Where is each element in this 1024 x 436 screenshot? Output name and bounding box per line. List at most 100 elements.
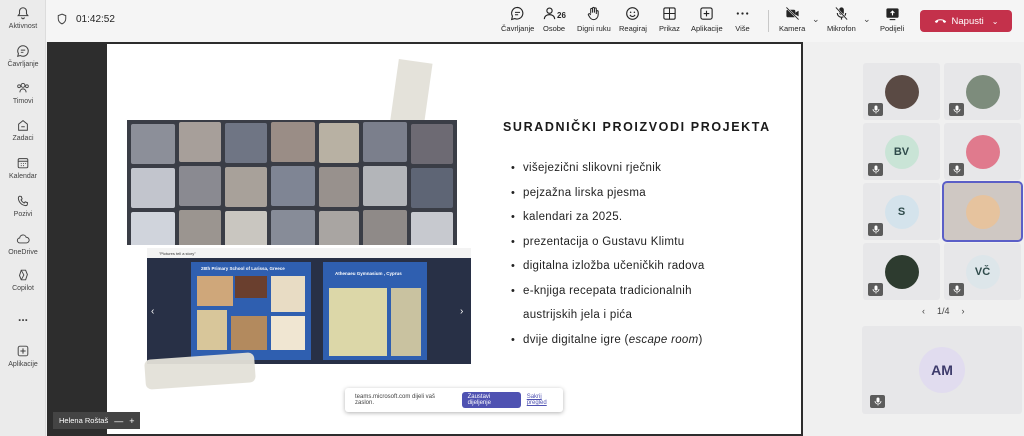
embed-next-icon[interactable]: › xyxy=(460,306,463,317)
mic-off-icon xyxy=(949,163,964,176)
rail-item-apps[interactable]: Aplikacije xyxy=(0,344,46,368)
participant-photo xyxy=(884,254,919,289)
gallery-pager: ‹ 1/4 › xyxy=(916,306,971,316)
phone-icon xyxy=(17,195,29,207)
slide-bullet: prezentacija o Gustavu Klimtu xyxy=(511,230,705,255)
meeting-toolbar: 01:42:52 Čavrljanje 26 Osobe Digni ruku … xyxy=(46,0,1024,42)
mic-off-icon xyxy=(949,283,964,296)
meeting-timer: 01:42:52 xyxy=(56,13,115,25)
participant-photo xyxy=(965,74,1000,109)
camera-button[interactable]: Kamera xyxy=(779,6,805,33)
app-rail: Aktivnost Čavrljanje Timovi Zadaci Kalen… xyxy=(0,0,46,436)
participant-photo xyxy=(965,134,1000,169)
slide-title: SURADNIČKI PROIZVODI PROJEKTA xyxy=(503,120,771,134)
slide-bullet: pejzažna lirska pjesma xyxy=(511,181,705,206)
participant-initials: S xyxy=(884,194,919,229)
participant-tile[interactable] xyxy=(863,243,940,300)
shield-icon xyxy=(57,13,67,25)
pager-next-icon[interactable]: › xyxy=(962,306,965,316)
paper-decoration xyxy=(144,352,256,390)
slide-bullet: višejezični slikovni rječnik xyxy=(511,156,705,181)
more-horizontal-icon xyxy=(736,12,749,15)
rail-item-activity[interactable]: Aktivnost xyxy=(0,6,46,30)
leave-options-chevron-icon[interactable]: ⌄ xyxy=(992,17,999,26)
participant-video-tile-speaking[interactable] xyxy=(942,181,1023,242)
embed-prev-icon[interactable]: ‹ xyxy=(151,306,154,317)
assignments-icon xyxy=(18,120,28,131)
pager-prev-icon[interactable]: ‹ xyxy=(922,306,925,316)
participant-initials: VČ xyxy=(965,254,1000,289)
rail-item-assignments[interactable]: Zadaci xyxy=(0,118,46,142)
people-button[interactable]: 26 Osobe xyxy=(543,6,566,33)
shared-slide: "Pictures tell a story" 28th Primary Sch… xyxy=(107,44,801,434)
participant-tile[interactable] xyxy=(944,123,1021,180)
chat-icon xyxy=(17,45,29,57)
participant-tile[interactable]: S xyxy=(863,183,940,240)
participant-video xyxy=(965,194,1000,229)
leave-button[interactable]: Napusti ⌄ xyxy=(920,10,1012,32)
slide-bullet-continuation: austrijskih jela i pića xyxy=(523,309,633,321)
calendar-icon xyxy=(17,158,29,169)
collage-video-screenshot xyxy=(127,120,457,245)
rail-item-copilot[interactable]: Copilot xyxy=(0,268,46,292)
more-icon: ... xyxy=(17,310,28,324)
hide-banner-link[interactable]: Sakrij pregled xyxy=(527,394,563,406)
embedded-presentation: "Pictures tell a story" 28th Primary Sch… xyxy=(147,248,471,364)
camera-options-chevron-icon[interactable]: ⌄ xyxy=(812,14,820,25)
screen-share-banner: teams.microsoft.com dijeli vaš zaslon. Z… xyxy=(345,388,563,412)
participant-tile-large[interactable]: AM xyxy=(862,326,1022,414)
hand-icon xyxy=(588,6,600,21)
rail-item-teams[interactable]: Timovi xyxy=(0,81,46,105)
share-button[interactable]: Podijeli xyxy=(880,6,904,33)
mic-off-icon xyxy=(868,223,883,236)
mic-off-icon xyxy=(835,6,848,21)
embed-card-left: 28th Primary School of Larissa, Greece xyxy=(191,262,311,360)
participant-tile[interactable] xyxy=(863,63,940,120)
cloud-icon xyxy=(16,234,30,244)
react-button[interactable]: Reagiraj xyxy=(619,6,647,33)
apps-icon xyxy=(17,345,29,357)
mic-options-chevron-icon[interactable]: ⌄ xyxy=(863,14,871,25)
mic-off-icon xyxy=(949,103,964,116)
rail-item-chat[interactable]: Čavrljanje xyxy=(0,44,46,68)
minimize-icon[interactable]: — xyxy=(114,416,123,426)
rail-item-onedrive[interactable]: OneDrive xyxy=(0,232,46,256)
slide-bullet: kalendari za 2025. xyxy=(511,205,705,230)
bell-icon xyxy=(17,7,29,20)
apps-button[interactable]: Aplikacije xyxy=(691,6,723,33)
grid-icon xyxy=(663,7,676,20)
copilot-icon xyxy=(18,269,28,281)
chat-button[interactable]: Čavrljanje xyxy=(501,6,534,33)
slide-bullet: digitalna izložba učeničkih radova xyxy=(511,254,705,279)
mic-off-icon xyxy=(870,395,885,408)
camera-off-icon xyxy=(785,6,799,21)
participant-tile[interactable]: VČ xyxy=(944,243,1021,300)
rail-item-calendar[interactable]: Kalendar xyxy=(0,156,46,180)
share-screen-icon xyxy=(886,8,899,21)
embed-card-right: Athenaeu Gymnasium , Cyprus xyxy=(323,262,427,360)
view-button[interactable]: Prikaz xyxy=(659,6,680,33)
hang-up-icon xyxy=(934,19,946,24)
participant-tile[interactable] xyxy=(944,63,1021,120)
more-button[interactable]: Više xyxy=(735,6,750,33)
rail-item-more[interactable]: ... xyxy=(0,310,46,324)
teams-meeting-window: Aktivnost Čavrljanje Timovi Zadaci Kalen… xyxy=(0,0,1024,436)
people-icon xyxy=(543,7,555,20)
people-count-badge: 26 xyxy=(557,11,566,20)
mic-off-icon xyxy=(868,103,883,116)
toolbar-divider xyxy=(768,10,769,32)
presenter-name-tag: Helena Roštaš — + xyxy=(53,412,141,429)
mic-off-icon xyxy=(868,283,883,296)
expand-icon[interactable]: + xyxy=(129,416,134,426)
participant-tile[interactable]: BV xyxy=(863,123,940,180)
teams-icon xyxy=(17,82,29,93)
share-banner-text: teams.microsoft.com dijeli vaš zaslon. xyxy=(355,394,436,406)
slide-bullet-list: višejezični slikovni rječnik pejzažna li… xyxy=(511,156,705,352)
shared-content-stage: "Pictures tell a story" 28th Primary Sch… xyxy=(47,42,803,436)
participant-photo xyxy=(884,74,919,109)
stop-sharing-button[interactable]: Zaustavi dijeljenje xyxy=(461,392,521,408)
participant-initials: AM xyxy=(919,347,965,393)
mic-button[interactable]: Mikrofon xyxy=(827,6,856,33)
raise-hand-button[interactable]: Digni ruku xyxy=(577,6,611,33)
rail-item-calls[interactable]: Pozivi xyxy=(0,194,46,218)
